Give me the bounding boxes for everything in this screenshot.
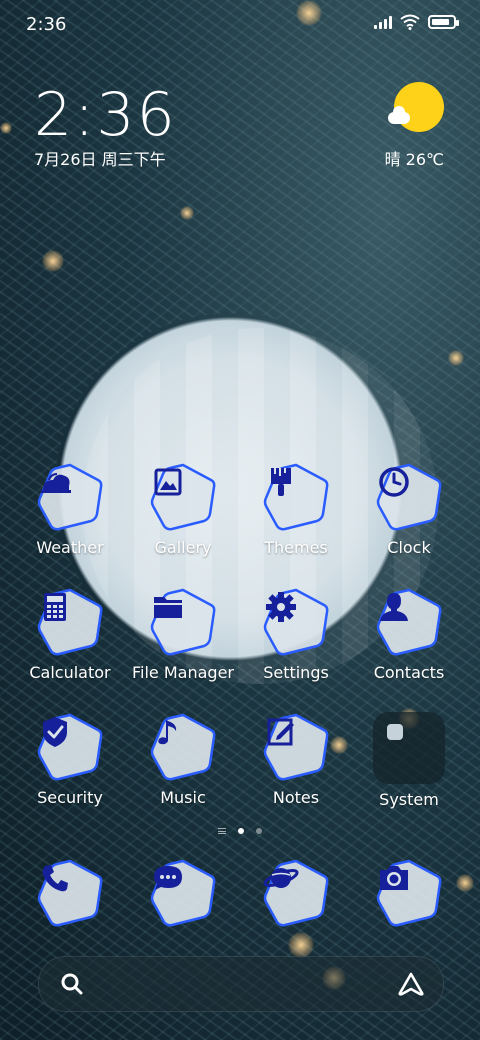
app-icon-tile[interactable] xyxy=(148,462,218,532)
dock-camera[interactable] xyxy=(353,858,465,928)
app-label: Notes xyxy=(272,788,320,807)
app-label: Weather xyxy=(36,538,104,557)
status-bar: 2:36 xyxy=(0,0,480,50)
app-music[interactable]: Music xyxy=(127,712,239,807)
app-label: Clock xyxy=(387,538,431,557)
search-icon[interactable] xyxy=(59,971,85,997)
app-system[interactable]: System xyxy=(353,712,465,809)
app-label: Themes xyxy=(264,538,328,557)
weather-widget[interactable] xyxy=(384,82,444,142)
system-folder-icon[interactable] xyxy=(373,712,445,784)
folder-preview-icon xyxy=(387,724,403,740)
app-label: Music xyxy=(160,788,206,807)
bokeh-light xyxy=(180,206,194,220)
app-label: System xyxy=(379,790,439,809)
bokeh-light xyxy=(288,932,314,958)
clock-widget-date[interactable]: 7月26日 周三下午 xyxy=(34,146,166,170)
shield-check-icon xyxy=(35,712,105,782)
home-screen: 2:36 2:36 7月26日 周三下午 晴 26℃ Weather Galle… xyxy=(0,0,480,1040)
bokeh-light xyxy=(0,122,12,134)
signal-icon xyxy=(374,15,392,29)
bokeh-light xyxy=(42,250,64,272)
app-icon-tile[interactable] xyxy=(261,858,331,928)
chat-bubble-icon xyxy=(148,858,218,928)
status-time: 2:36 xyxy=(26,14,67,35)
app-label: Calculator xyxy=(29,663,111,682)
app-icon-tile[interactable] xyxy=(374,587,444,657)
camera-icon xyxy=(374,858,444,928)
app-icon-tile[interactable] xyxy=(35,712,105,782)
page-dot[interactable] xyxy=(256,828,262,834)
note-pencil-icon xyxy=(261,712,331,782)
assistant-icon[interactable] xyxy=(397,971,425,997)
app-themes[interactable]: Themes xyxy=(240,462,352,557)
folder-icon xyxy=(148,587,218,657)
app-clock[interactable]: Clock xyxy=(353,462,465,557)
app-label: Settings xyxy=(263,663,329,682)
app-icon-tile[interactable] xyxy=(35,587,105,657)
person-icon xyxy=(374,587,444,657)
music-note-icon xyxy=(148,712,218,782)
app-icon-tile[interactable] xyxy=(374,858,444,928)
app-icon-tile[interactable] xyxy=(148,712,218,782)
dock-phone[interactable] xyxy=(14,858,126,928)
status-icons xyxy=(374,14,459,30)
clock-icon xyxy=(374,462,444,532)
app-label: Gallery xyxy=(154,538,212,557)
app-icon-tile[interactable] xyxy=(35,858,105,928)
phone-icon xyxy=(35,858,105,928)
app-icon-tile[interactable] xyxy=(374,462,444,532)
page-indicator[interactable] xyxy=(0,828,480,834)
app-label: File Manager xyxy=(132,663,234,682)
weather-icon xyxy=(35,462,105,532)
dock-browser[interactable] xyxy=(240,858,352,928)
app-icon-tile[interactable] xyxy=(35,462,105,532)
app-calculator[interactable]: Calculator xyxy=(14,587,126,682)
app-label: Security xyxy=(37,788,103,807)
weather-widget-text[interactable]: 晴 26℃ xyxy=(385,146,444,170)
battery-icon xyxy=(428,15,459,29)
app-settings[interactable]: Settings xyxy=(240,587,352,682)
clock-widget-time[interactable]: 2:36 xyxy=(34,80,177,150)
app-contacts[interactable]: Contacts xyxy=(353,587,465,682)
app-icon-tile[interactable] xyxy=(261,712,331,782)
app-icon-tile[interactable] xyxy=(148,587,218,657)
calculator-icon xyxy=(35,587,105,657)
gear-icon xyxy=(261,587,331,657)
app-icon-tile[interactable] xyxy=(261,587,331,657)
cloud-icon xyxy=(388,106,410,124)
app-icon-tile[interactable] xyxy=(148,858,218,928)
wifi-icon xyxy=(400,14,420,30)
app-file-manager[interactable]: File Manager xyxy=(127,587,239,682)
page-indicator-list-icon[interactable] xyxy=(218,828,226,834)
app-weather[interactable]: Weather xyxy=(14,462,126,557)
dock-messages[interactable] xyxy=(127,858,239,928)
app-icon-tile[interactable] xyxy=(261,462,331,532)
page-dot-active[interactable] xyxy=(238,828,244,834)
app-gallery[interactable]: Gallery xyxy=(127,462,239,557)
themes-brush-icon xyxy=(261,462,331,532)
app-security[interactable]: Security xyxy=(14,712,126,807)
bokeh-light xyxy=(448,350,464,366)
search-bar[interactable] xyxy=(38,956,444,1012)
app-notes[interactable]: Notes xyxy=(240,712,352,807)
planet-icon xyxy=(261,858,331,928)
gallery-icon xyxy=(148,462,218,532)
app-label: Contacts xyxy=(373,663,445,682)
